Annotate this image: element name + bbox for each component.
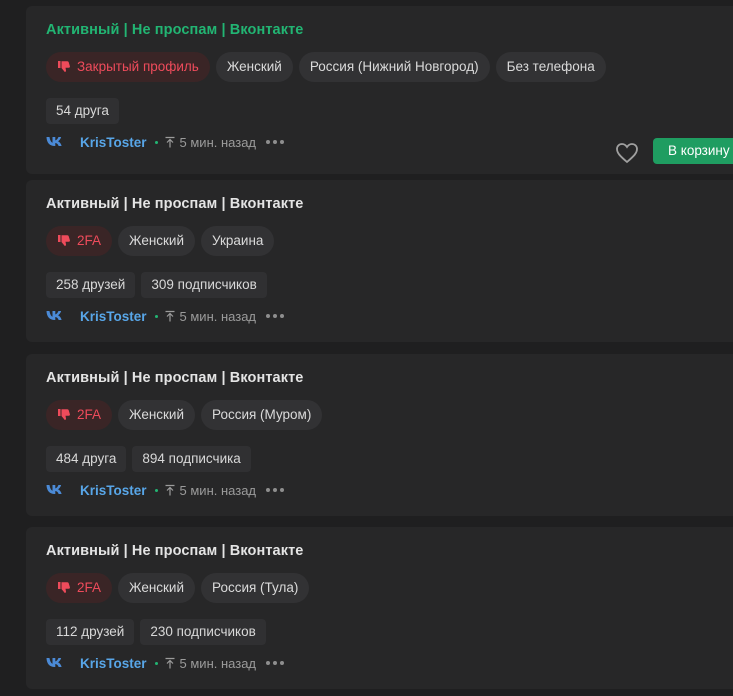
listing-tags: 2FA Женский Россия (Муром): [46, 400, 733, 430]
stat-friends: 54 друга: [46, 98, 119, 124]
warning-tag: 2FA: [46, 226, 113, 256]
listing-time: 5 мин. назад: [179, 482, 257, 498]
arrow-up-icon: [165, 484, 175, 496]
stat-followers: 894 подписчика: [132, 446, 251, 472]
add-to-cart-button[interactable]: В корзину: [653, 138, 733, 164]
thumbs-down-icon: [58, 61, 70, 72]
seller-link[interactable]: KrisToster: [80, 656, 147, 671]
listing-tags: 2FA Женский Россия (Тула): [46, 573, 733, 603]
listing-card[interactable]: Активный | Не проспам | Вконтакте 2FA Же…: [26, 180, 733, 342]
seller-link[interactable]: KrisToster: [80, 309, 147, 324]
online-dot: [154, 488, 158, 492]
online-dot: [154, 661, 158, 665]
listing-time: 5 мин. назад: [179, 134, 257, 150]
vk-logo-icon: [46, 658, 62, 667]
warning-tag-label: 2FA: [77, 233, 102, 248]
listing-card[interactable]: Активный | Не проспам | Вконтакте Закрыт…: [26, 6, 733, 174]
listing-footer: KrisToster 5 мин. назад: [46, 482, 733, 498]
tag-phone: Без телефона: [495, 52, 606, 82]
warning-tag: 2FA: [46, 573, 113, 603]
arrow-up-icon: [165, 136, 175, 148]
vk-logo-icon: [46, 137, 62, 146]
stat-friends: 484 друга: [46, 446, 127, 472]
listing-footer: KrisToster 5 мин. назад: [46, 655, 733, 671]
tag-country: Россия (Тула): [201, 573, 310, 603]
tag-gender: Женский: [118, 400, 196, 430]
listings-list: Активный | Не проспам | Вконтакте Закрыт…: [0, 0, 733, 696]
stat-friends: 258 друзей: [46, 272, 136, 298]
more-dots-icon[interactable]: [266, 661, 285, 665]
tag-gender: Женский: [215, 52, 293, 82]
listing-time: 5 мин. назад: [179, 655, 257, 671]
seller-link[interactable]: KrisToster: [80, 483, 147, 498]
listing-title[interactable]: Активный | Не проспам | Вконтакте: [46, 20, 733, 40]
listing-stats: 258 друзей 309 подписчиков: [46, 272, 733, 298]
stat-friends: 112 друзей: [46, 619, 135, 645]
tag-gender: Женский: [118, 573, 196, 603]
thumbs-down-icon: [58, 582, 70, 593]
tag-country: Россия (Муром): [201, 400, 323, 430]
thumbs-down-icon: [58, 235, 70, 246]
vk-logo-icon: [46, 485, 62, 494]
listing-time: 5 мин. назад: [179, 308, 257, 324]
thumbs-down-icon: [58, 409, 70, 420]
listing-tags: 2FA Женский Украина: [46, 226, 733, 256]
online-dot: [154, 140, 158, 144]
listing-stats: 54 друга: [46, 98, 733, 124]
online-dot: [154, 314, 158, 318]
seller-link[interactable]: KrisToster: [80, 135, 147, 150]
vk-logo-icon: [46, 311, 62, 320]
listing-card[interactable]: Активный | Не проспам | Вконтакте 2FA Же…: [26, 354, 733, 516]
tag-gender: Женский: [118, 226, 196, 256]
more-dots-icon[interactable]: [266, 140, 285, 144]
arrow-up-icon: [165, 310, 175, 322]
more-dots-icon[interactable]: [266, 314, 285, 318]
listing-card[interactable]: Активный | Не проспам | Вконтакте 2FA Же…: [26, 527, 733, 689]
stat-followers: 230 подписчиков: [140, 619, 266, 645]
tag-country: Украина: [201, 226, 275, 256]
warning-tag: 2FA: [46, 400, 113, 430]
listing-tags: Закрытый профиль Женский Россия (Нижний …: [46, 52, 733, 82]
listing-stats: 112 друзей 230 подписчиков: [46, 619, 733, 645]
listing-footer: KrisToster 5 мин. назад: [46, 308, 733, 324]
stat-followers: 309 подписчиков: [141, 272, 267, 298]
warning-tag-label: 2FA: [77, 407, 102, 422]
warning-tag-label: 2FA: [77, 580, 102, 595]
tag-country: Россия (Нижний Новгород): [298, 52, 490, 82]
heart-icon[interactable]: [615, 142, 639, 164]
more-dots-icon[interactable]: [266, 488, 285, 492]
listing-title[interactable]: Активный | Не проспам | Вконтакте: [46, 368, 733, 388]
warning-tag: Закрытый профиль: [46, 52, 210, 82]
listing-title[interactable]: Активный | Не проспам | Вконтакте: [46, 194, 733, 214]
warning-tag-label: Закрытый профиль: [77, 59, 199, 74]
arrow-up-icon: [165, 657, 175, 669]
listing-title[interactable]: Активный | Не проспам | Вконтакте: [46, 541, 733, 561]
listing-stats: 484 друга 894 подписчика: [46, 446, 733, 472]
